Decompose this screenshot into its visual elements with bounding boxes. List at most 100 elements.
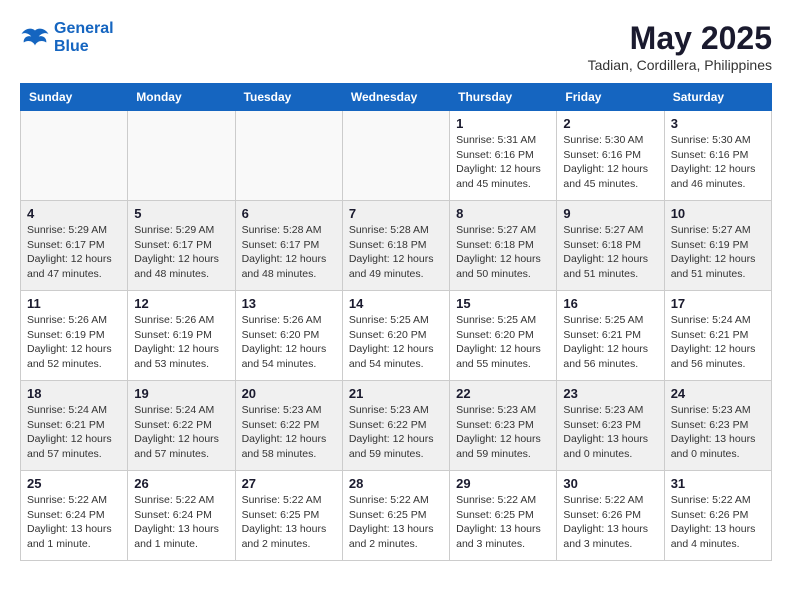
day-info: Sunrise: 5:29 AM Sunset: 6:17 PM Dayligh… [27,223,121,282]
calendar-cell: 3 Sunrise: 5:30 AM Sunset: 6:16 PM Daylig… [664,111,771,201]
day-info: Sunrise: 5:26 AM Sunset: 6:19 PM Dayligh… [27,313,121,372]
logo: General Blue [20,20,114,55]
calendar-cell [342,111,449,201]
calendar-cell: 27Sunrise: 5:22 AM Sunset: 6:25 PM Dayli… [235,471,342,561]
day-number: 20 [242,386,336,401]
calendar-header-thursday: Thursday [450,84,557,111]
calendar-cell: 9 Sunrise: 5:27 AM Sunset: 6:18 PM Daylig… [557,201,664,291]
day-info: Sunrise: 5:22 AM Sunset: 6:25 PM Dayligh… [456,493,550,552]
calendar-cell: 14 Sunrise: 5:25 AM Sunset: 6:20 PM Dayli… [342,291,449,381]
calendar-cell: 13 Sunrise: 5:26 AM Sunset: 6:20 PM Dayli… [235,291,342,381]
day-number: 16 [563,296,657,311]
calendar-header-saturday: Saturday [664,84,771,111]
day-info: Sunrise: 5:30 AM Sunset: 6:16 PM Dayligh… [563,133,657,192]
page-header: General Blue May 2025 Tadian, Cordillera… [20,20,772,73]
calendar-cell: 16 Sunrise: 5:25 AM Sunset: 6:21 PM Dayli… [557,291,664,381]
day-number: 27 [242,476,336,491]
day-number: 8 [456,206,550,221]
day-number: 19 [134,386,228,401]
logo-icon [20,23,50,53]
day-info: Sunrise: 5:30 AM Sunset: 6:16 PM Dayligh… [671,133,765,192]
day-info: Sunrise: 5:25 AM Sunset: 6:20 PM Dayligh… [349,313,443,372]
calendar-cell: 22 Sunrise: 5:23 AM Sunset: 6:23 PM Dayli… [450,381,557,471]
day-info: Sunrise: 5:27 AM Sunset: 6:18 PM Dayligh… [563,223,657,282]
location-subtitle: Tadian, Cordillera, Philippines [588,57,772,73]
day-number: 25 [27,476,121,491]
day-number: 13 [242,296,336,311]
week-row-4: 18 Sunrise: 5:24 AM Sunset: 6:21 PM Dayli… [21,381,772,471]
day-number: 3 [671,116,765,131]
day-number: 9 [563,206,657,221]
title-block: May 2025 Tadian, Cordillera, Philippines [588,20,772,73]
day-number: 23 [563,386,657,401]
calendar-cell: 10 Sunrise: 5:27 AM Sunset: 6:19 PM Dayli… [664,201,771,291]
calendar-cell: 5Sunrise: 5:29 AM Sunset: 6:17 PM Daylig… [128,201,235,291]
calendar-cell: 25 Sunrise: 5:22 AM Sunset: 6:24 PM Dayli… [21,471,128,561]
calendar-cell: 6Sunrise: 5:28 AM Sunset: 6:17 PM Daylig… [235,201,342,291]
calendar-cell: 4 Sunrise: 5:29 AM Sunset: 6:17 PM Daylig… [21,201,128,291]
day-info: Sunrise: 5:27 AM Sunset: 6:19 PM Dayligh… [671,223,765,282]
day-number: 18 [27,386,121,401]
day-number: 17 [671,296,765,311]
day-number: 28 [349,476,443,491]
day-number: 24 [671,386,765,401]
calendar-cell: 21Sunrise: 5:23 AM Sunset: 6:22 PM Dayli… [342,381,449,471]
calendar-cell [235,111,342,201]
day-info: Sunrise: 5:27 AM Sunset: 6:18 PM Dayligh… [456,223,550,282]
day-number: 29 [456,476,550,491]
day-info: Sunrise: 5:23 AM Sunset: 6:23 PM Dayligh… [456,403,550,462]
day-number: 15 [456,296,550,311]
day-number: 5 [134,206,228,221]
day-info: Sunrise: 5:22 AM Sunset: 6:26 PM Dayligh… [671,493,765,552]
calendar-header-sunday: Sunday [21,84,128,111]
day-number: 26 [134,476,228,491]
day-info: Sunrise: 5:25 AM Sunset: 6:21 PM Dayligh… [563,313,657,372]
calendar-cell: 23 Sunrise: 5:23 AM Sunset: 6:23 PM Dayli… [557,381,664,471]
day-info: Sunrise: 5:22 AM Sunset: 6:24 PM Dayligh… [27,493,121,552]
day-number: 2 [563,116,657,131]
day-info: Sunrise: 5:26 AM Sunset: 6:19 PM Dayligh… [134,313,228,372]
week-row-3: 11 Sunrise: 5:26 AM Sunset: 6:19 PM Dayli… [21,291,772,381]
day-info: Sunrise: 5:28 AM Sunset: 6:17 PM Dayligh… [242,223,336,282]
calendar-cell: 11 Sunrise: 5:26 AM Sunset: 6:19 PM Dayli… [21,291,128,381]
calendar-cell: 24 Sunrise: 5:23 AM Sunset: 6:23 PM Dayli… [664,381,771,471]
calendar-table: SundayMondayTuesdayWednesdayThursdayFrid… [20,83,772,561]
day-info: Sunrise: 5:22 AM Sunset: 6:25 PM Dayligh… [349,493,443,552]
day-number: 10 [671,206,765,221]
day-number: 7 [349,206,443,221]
calendar-cell: 8 Sunrise: 5:27 AM Sunset: 6:18 PM Daylig… [450,201,557,291]
day-info: Sunrise: 5:22 AM Sunset: 6:24 PM Dayligh… [134,493,228,552]
logo-text: General Blue [54,20,114,55]
day-number: 14 [349,296,443,311]
day-number: 22 [456,386,550,401]
calendar-cell: 18 Sunrise: 5:24 AM Sunset: 6:21 PM Dayli… [21,381,128,471]
calendar-cell: 15Sunrise: 5:25 AM Sunset: 6:20 PM Dayli… [450,291,557,381]
day-number: 31 [671,476,765,491]
day-info: Sunrise: 5:28 AM Sunset: 6:18 PM Dayligh… [349,223,443,282]
calendar-header-wednesday: Wednesday [342,84,449,111]
day-info: Sunrise: 5:24 AM Sunset: 6:21 PM Dayligh… [27,403,121,462]
day-number: 12 [134,296,228,311]
day-number: 30 [563,476,657,491]
day-number: 4 [27,206,121,221]
calendar-cell: 30Sunrise: 5:22 AM Sunset: 6:26 PM Dayli… [557,471,664,561]
calendar-cell: 31 Sunrise: 5:22 AM Sunset: 6:26 PM Dayli… [664,471,771,561]
day-info: Sunrise: 5:24 AM Sunset: 6:21 PM Dayligh… [671,313,765,372]
day-info: Sunrise: 5:23 AM Sunset: 6:22 PM Dayligh… [242,403,336,462]
calendar-cell [128,111,235,201]
day-number: 1 [456,116,550,131]
day-info: Sunrise: 5:26 AM Sunset: 6:20 PM Dayligh… [242,313,336,372]
calendar-cell: 29 Sunrise: 5:22 AM Sunset: 6:25 PM Dayli… [450,471,557,561]
day-info: Sunrise: 5:23 AM Sunset: 6:22 PM Dayligh… [349,403,443,462]
calendar-cell: 1Sunrise: 5:31 AM Sunset: 6:16 PM Daylig… [450,111,557,201]
calendar-header-row: SundayMondayTuesdayWednesdayThursdayFrid… [21,84,772,111]
calendar-cell: 2 Sunrise: 5:30 AM Sunset: 6:16 PM Daylig… [557,111,664,201]
day-info: Sunrise: 5:23 AM Sunset: 6:23 PM Dayligh… [671,403,765,462]
day-info: Sunrise: 5:23 AM Sunset: 6:23 PM Dayligh… [563,403,657,462]
week-row-2: 4 Sunrise: 5:29 AM Sunset: 6:17 PM Daylig… [21,201,772,291]
calendar-header-friday: Friday [557,84,664,111]
calendar-cell: 19 Sunrise: 5:24 AM Sunset: 6:22 PM Dayli… [128,381,235,471]
day-number: 11 [27,296,121,311]
calendar-cell: 17 Sunrise: 5:24 AM Sunset: 6:21 PM Dayli… [664,291,771,381]
day-info: Sunrise: 5:24 AM Sunset: 6:22 PM Dayligh… [134,403,228,462]
